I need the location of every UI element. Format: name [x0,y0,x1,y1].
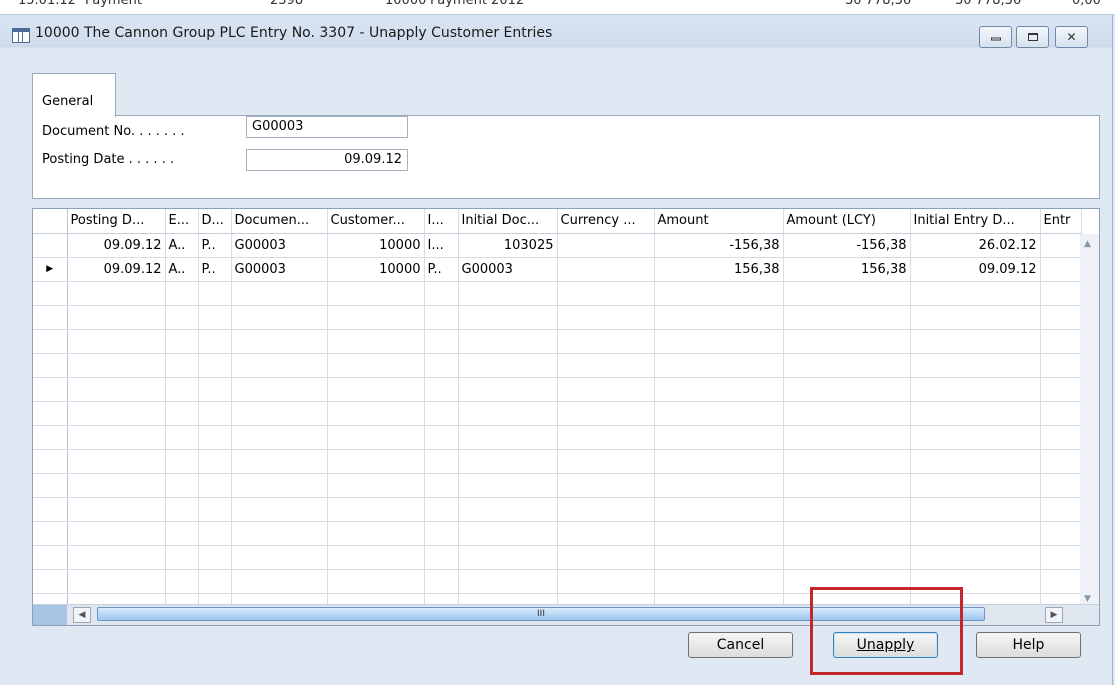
cell-amount-lcy[interactable]: -156,38 [783,233,911,258]
col-customer-no[interactable]: Customer... [327,209,425,234]
window-title: 10000 The Cannon Group PLC Entry No. 330… [35,25,553,41]
col-posting-date[interactable]: Posting D... [67,209,166,234]
cell-entry-no[interactable] [1040,257,1082,282]
empty-row[interactable] [33,425,1082,450]
cell-document-type[interactable]: P.. [198,257,232,282]
cell-currency-code[interactable] [557,257,655,282]
cell-document-no[interactable]: G00003 [231,233,328,258]
current-row-arrow-icon: ▶ [46,264,54,274]
empty-row[interactable] [33,329,1082,354]
cell-initial-doc-type[interactable]: P.. [424,257,459,282]
tab-general-label: General [42,94,94,109]
empty-row[interactable] [33,473,1082,498]
highlight-annotation [810,587,963,675]
scroll-thumb-grip: III [537,609,545,619]
cell-amount[interactable]: 156,38 [654,257,784,282]
bg-cell: Payment 2012 [430,0,525,8]
entries-grid: Posting D... E... D... Documen... Custom… [32,208,1100,626]
minimize-icon [990,37,1001,41]
scroll-right-icon[interactable]: ▶ [1045,607,1063,623]
document-no-label: Document No. . . . . . . [42,124,185,139]
cell-initial-entry-date[interactable]: 09.09.12 [910,257,1041,282]
bg-cell: 0,00 [1072,0,1101,8]
row-selector[interactable] [33,233,68,258]
scroll-up-icon[interactable]: ▲ [1084,239,1091,249]
col-entry-type[interactable]: E... [165,209,199,234]
cell-customer-no[interactable]: 10000 [327,233,425,258]
empty-row[interactable] [33,449,1082,474]
empty-row[interactable] [33,281,1082,306]
header-corner [33,209,68,234]
col-amount-lcy[interactable]: Amount (LCY) [783,209,911,234]
col-entry-no[interactable]: Entr [1040,209,1082,234]
cell-entry-no[interactable] [1040,233,1082,258]
grid-header-row: Posting D... E... D... Documen... Custom… [33,209,1082,234]
scroll-down-icon[interactable]: ▼ [1084,594,1091,604]
empty-row[interactable] [33,521,1082,546]
cell-customer-no[interactable]: 10000 [327,257,425,282]
bg-cell: 30 778,36 [845,0,912,8]
scroll-left-icon[interactable]: ◀ [73,607,91,623]
tab-general[interactable]: General [32,73,116,117]
col-document-type[interactable]: D... [198,209,232,234]
empty-row[interactable] [33,401,1082,426]
empty-row[interactable] [33,305,1082,330]
document-no-field[interactable]: G00003 [246,116,408,138]
maximize-button[interactable] [1016,26,1049,48]
entries-table: Posting D... E... D... Documen... Custom… [33,209,1082,618]
title-bar[interactable]: 10000 The Cannon Group PLC Entry No. 330… [0,15,1112,53]
row-selector-current[interactable]: ▶ [33,257,68,282]
unapply-dialog: 10000 The Cannon Group PLC Entry No. 330… [0,15,1113,685]
bg-cell: 30 778,36 [955,0,1022,8]
col-document-no[interactable]: Documen... [231,209,328,234]
col-amount[interactable]: Amount [654,209,784,234]
empty-row[interactable] [33,545,1082,570]
empty-row[interactable] [33,377,1082,402]
posting-date-label: Posting Date . . . . . . [42,152,175,167]
cell-currency-code[interactable] [557,233,655,258]
cell-initial-doc-no[interactable]: 103025 [458,233,558,258]
general-panel: Document No. . . . . . . G00003 Posting … [32,115,1100,199]
help-button[interactable]: Help [976,632,1081,658]
cell-document-no[interactable]: G00003 [231,257,328,282]
empty-row[interactable] [33,353,1082,378]
cell-entry-type[interactable]: A.. [165,257,199,282]
cell-posting-date[interactable]: 09.09.12 [67,257,166,282]
vertical-scrollbar[interactable]: ▲ ▼ [1080,234,1099,608]
cell-initial-doc-type[interactable]: I... [424,233,459,258]
maximize-icon [1027,33,1038,41]
bg-cell: 10000 [385,0,427,8]
col-currency-code[interactable]: Currency ... [557,209,655,234]
cell-amount[interactable]: -156,38 [654,233,784,258]
bg-cell: 2398 [270,0,304,8]
cell-entry-type[interactable]: A.. [165,233,199,258]
col-initial-doc-type[interactable]: I... [424,209,459,234]
col-initial-entry-date[interactable]: Initial Entry D... [910,209,1041,234]
col-initial-doc-no[interactable]: Initial Doc... [458,209,558,234]
close-button[interactable]: ✕ [1055,26,1088,48]
background-window-row: 15.01.12 Payment 2398 10000 Payment 2012… [0,0,1115,15]
cell-initial-doc-no[interactable]: G00003 [458,257,558,282]
empty-row[interactable] [33,497,1082,522]
cell-amount-lcy[interactable]: 156,38 [783,257,911,282]
table-row[interactable]: ▶ 09.09.12 A.. P.. G00003 10000 P.. G000… [33,257,1082,282]
close-icon: ✕ [1066,30,1077,44]
form-icon [12,28,30,43]
bg-cell: 15.01.12 [18,0,76,8]
table-row[interactable]: 09.09.12 A.. P.. G00003 10000 I... 10302… [33,233,1082,258]
cell-document-type[interactable]: P.. [198,233,232,258]
cell-initial-entry-date[interactable]: 26.02.12 [910,233,1041,258]
posting-date-field[interactable]: 09.09.12 [246,149,408,171]
cancel-button[interactable]: Cancel [688,632,793,658]
minimize-button[interactable] [979,26,1012,48]
grid-corner [33,605,67,625]
bg-cell: Payment [85,0,142,8]
cell-posting-date[interactable]: 09.09.12 [67,233,166,258]
